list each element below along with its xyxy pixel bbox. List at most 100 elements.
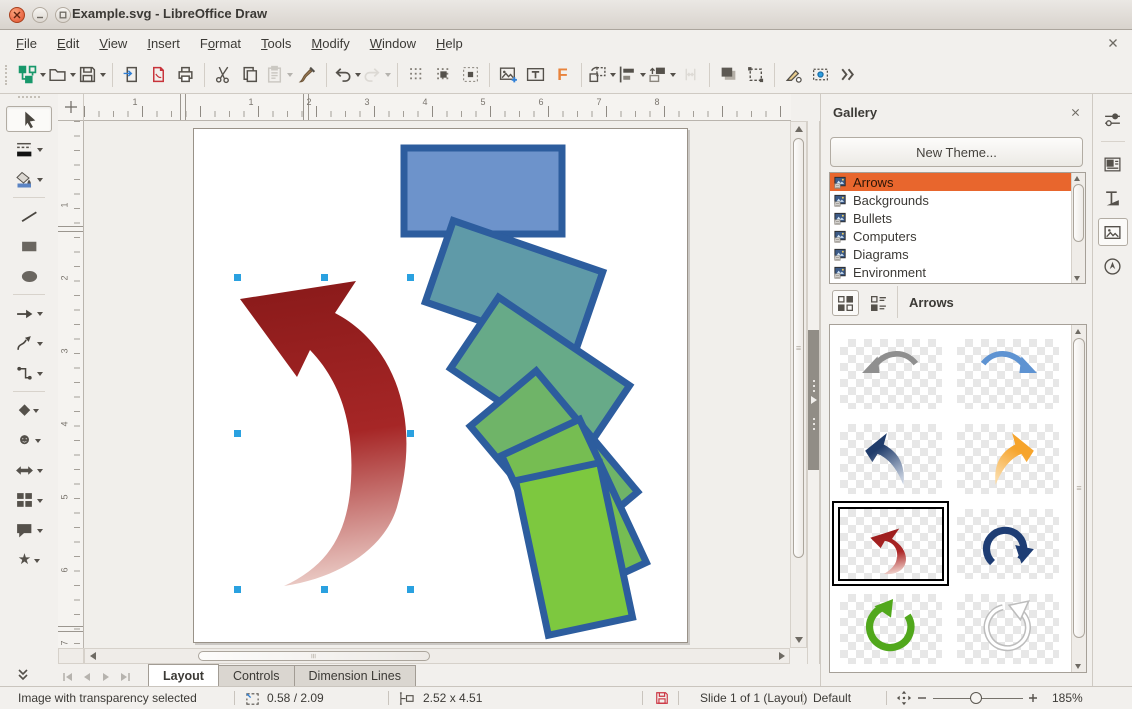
scroll-right-button[interactable]	[774, 649, 789, 663]
menu-edit[interactable]: Edit	[47, 33, 89, 54]
toolbar-more-button[interactable]	[16, 668, 40, 684]
page-tab-controls[interactable]: Controls	[218, 665, 295, 686]
sidebar-splitter[interactable]	[807, 121, 820, 664]
thumbs-scroll-up[interactable]	[1071, 325, 1084, 337]
vertical-scrollbar-thumb[interactable]: ≡	[793, 138, 804, 558]
horizontal-scrollbar[interactable]: ≡	[84, 648, 790, 664]
scroll-up-button[interactable]	[791, 122, 806, 136]
arrange-button[interactable]	[647, 61, 677, 88]
selection-handle[interactable]	[234, 586, 241, 593]
selection-handle[interactable]	[407, 430, 414, 437]
gallery-thumbnail-navy-swoosh-arrow[interactable]	[832, 416, 949, 501]
save-button[interactable]	[77, 61, 107, 88]
zoom-level[interactable]: 185%	[1052, 687, 1083, 709]
gallery-thumbnail-green-circle-arrow[interactable]	[832, 586, 949, 671]
distribute-button[interactable]	[677, 61, 704, 88]
gallery-thumbnail-gray-curved-arrow[interactable]	[832, 331, 949, 416]
previous-page-button[interactable]	[77, 667, 96, 686]
redo-button[interactable]	[362, 61, 392, 88]
gallery-theme-environment[interactable]: Environment	[830, 263, 1085, 281]
insert-text-box-button[interactable]	[522, 61, 549, 88]
crop-image-button[interactable]	[742, 61, 769, 88]
gluepoints-button[interactable]	[807, 61, 834, 88]
theme-list-scrollbar[interactable]	[1071, 173, 1085, 283]
new-drawing-button[interactable]	[17, 61, 47, 88]
sidebar-tab-shapes-deck[interactable]	[1098, 184, 1128, 212]
flowchart-shapes-button[interactable]	[6, 487, 52, 513]
display-grid-button[interactable]	[403, 61, 430, 88]
menu-modify[interactable]: Modify	[301, 33, 359, 54]
zoom-slider-thumb[interactable]	[970, 692, 982, 704]
page-tab-layout[interactable]: Layout	[148, 664, 219, 686]
window-minimize-button[interactable]	[32, 7, 48, 23]
align-objects-button[interactable]	[617, 61, 647, 88]
zoom-in-button[interactable]	[1028, 687, 1038, 709]
menu-file[interactable]: File	[6, 33, 47, 54]
gallery-theme-backgrounds[interactable]: Backgrounds	[830, 191, 1085, 209]
menu-help[interactable]: Help	[426, 33, 473, 54]
fontwork-button[interactable]: F	[549, 61, 576, 88]
drawing-canvas[interactable]	[84, 121, 790, 648]
sidebar-splitter-handle[interactable]	[808, 330, 819, 470]
theme-list-scrollbar-thumb[interactable]	[1073, 184, 1084, 242]
vertical-scrollbar[interactable]: ≡	[790, 121, 807, 648]
stars-and-banners-button[interactable]: ★	[6, 547, 52, 573]
horizontal-scrollbar-thumb[interactable]: ≡	[198, 651, 430, 661]
gallery-thumbnail-navy-circular-arrow[interactable]	[949, 501, 1066, 586]
insert-image-button[interactable]	[495, 61, 522, 88]
toolbar-overflow-button[interactable]	[834, 61, 861, 88]
connectors-button[interactable]	[6, 360, 52, 386]
selection-handle[interactable]	[321, 586, 328, 593]
theme-scroll-down[interactable]	[1071, 273, 1083, 283]
zoom-out-button[interactable]	[917, 687, 927, 709]
symbol-shapes-button[interactable]: ☻	[6, 427, 52, 453]
thumbs-scroll-down[interactable]	[1071, 660, 1084, 672]
open-button[interactable]	[47, 61, 77, 88]
gallery-thumbnail-orange-swoosh-arrow[interactable]	[949, 416, 1066, 501]
basic-shapes-button[interactable]: ◆	[6, 397, 52, 423]
scroll-down-button[interactable]	[791, 633, 806, 647]
window-maximize-button[interactable]	[55, 7, 71, 23]
export-button[interactable]	[118, 61, 145, 88]
cut-button[interactable]	[210, 61, 237, 88]
menu-window[interactable]: Window	[360, 33, 426, 54]
menu-format[interactable]: Format	[190, 33, 251, 54]
selection-handle[interactable]	[234, 274, 241, 281]
undo-button[interactable]	[332, 61, 362, 88]
gallery-thumbnail-outline-circle-arrow[interactable]	[949, 586, 1066, 671]
icon-view-button[interactable]	[832, 290, 859, 316]
gallery-theme-bullets[interactable]: Bullets	[830, 209, 1085, 227]
menu-view[interactable]: View	[89, 33, 137, 54]
next-page-button[interactable]	[96, 667, 115, 686]
sidebar-tab-navigator-deck[interactable]	[1098, 252, 1128, 280]
transformations-button[interactable]	[587, 61, 617, 88]
helplines-while-moving-button[interactable]	[457, 61, 484, 88]
selection-handle[interactable]	[234, 430, 241, 437]
document-rectangle-1[interactable]	[404, 148, 562, 234]
list-view-button[interactable]	[865, 290, 892, 316]
line-style-color-button[interactable]	[6, 136, 52, 162]
gallery-thumbnail-red-curved-arrow[interactable]	[832, 501, 949, 586]
selection-handle[interactable]	[407, 586, 414, 593]
page-tab-dimension-lines[interactable]: Dimension Lines	[294, 665, 416, 686]
ellipse-button[interactable]	[6, 263, 52, 289]
last-page-button[interactable]	[115, 667, 134, 686]
sidebar-tab-gallery-deck[interactable]	[1098, 218, 1128, 246]
document-close-button[interactable]	[1108, 38, 1126, 48]
gallery-close-button[interactable]	[1071, 108, 1080, 117]
gallery-theme-computers[interactable]: Computers	[830, 227, 1085, 245]
callout-shapes-button[interactable]	[6, 517, 52, 543]
curves-and-polygons-button[interactable]	[6, 330, 52, 356]
selection-handle[interactable]	[321, 274, 328, 281]
edit-points-button[interactable]	[780, 61, 807, 88]
toolbar-grip[interactable]	[18, 96, 40, 102]
scroll-left-button[interactable]	[85, 649, 100, 663]
rectangle-button[interactable]	[6, 233, 52, 259]
document-red-arrow[interactable]	[240, 281, 406, 586]
menu-tools[interactable]: Tools	[251, 33, 301, 54]
block-arrows-button[interactable]	[6, 457, 52, 483]
first-page-button[interactable]	[58, 667, 77, 686]
document-modified-icon[interactable]	[655, 687, 669, 709]
theme-scroll-up[interactable]	[1071, 173, 1083, 183]
menu-insert[interactable]: Insert	[137, 33, 190, 54]
